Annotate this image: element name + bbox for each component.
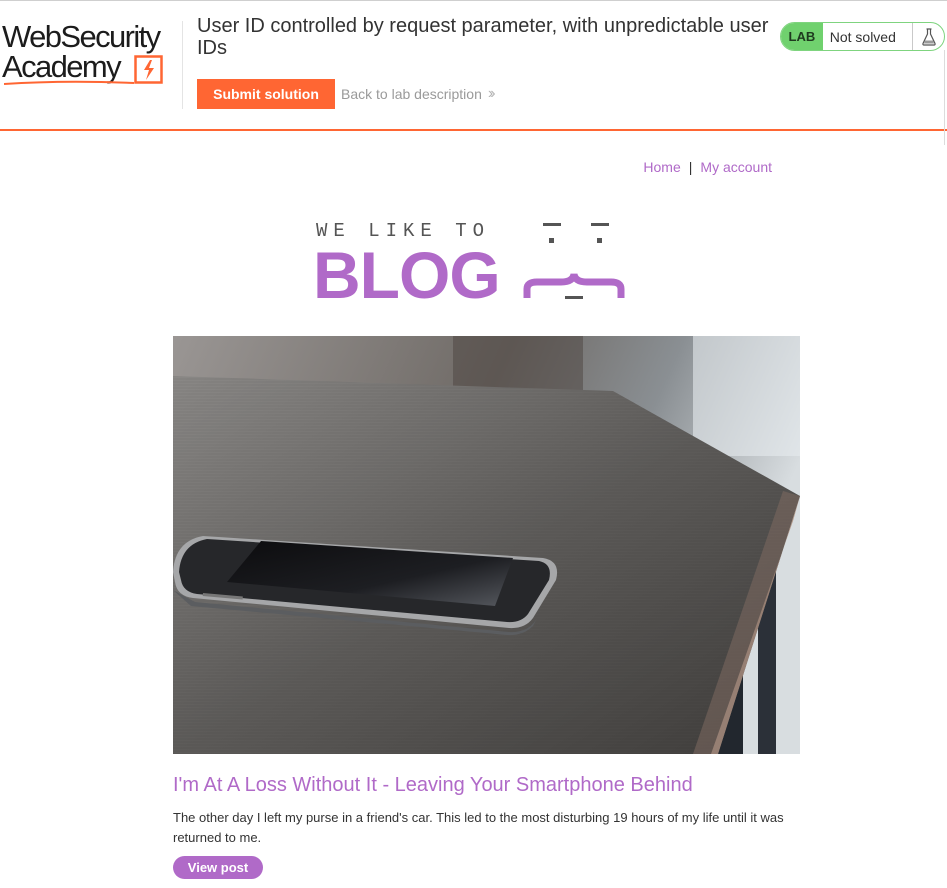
curly-brace-face-icon [523, 223, 625, 299]
view-post-button[interactable]: View post [173, 856, 263, 879]
back-link-label: Back to lab description [341, 86, 482, 102]
page-edge-line [944, 50, 945, 145]
banner-title: BLOG [313, 238, 501, 312]
lab-status-widget: LAB Not solved [780, 22, 945, 51]
double-chevron-right-icon: ›› [487, 85, 495, 102]
blog-banner: WE LIKE TO BLOG [313, 216, 633, 312]
nav-my-account-link[interactable]: My account [700, 159, 772, 175]
submit-solution-button[interactable]: Submit solution [197, 79, 335, 109]
flask-icon [912, 23, 944, 50]
header-divider [182, 21, 183, 109]
post-title[interactable]: I'm At A Loss Without It - Leaving Your … [173, 774, 693, 797]
top-navigation: Home | My account [643, 159, 772, 175]
nav-separator: | [688, 159, 693, 175]
post-summary: The other day I left my purse in a frien… [173, 810, 784, 845]
lab-title: User ID controlled by request parameter,… [197, 15, 769, 59]
nav-home-link[interactable]: Home [643, 159, 680, 175]
post-image[interactable] [173, 336, 800, 754]
academy-header: WebSecurity Academy User ID controlled b… [0, 0, 947, 131]
web-security-academy-logo[interactable]: WebSecurity Academy [2, 21, 182, 87]
lab-tag: LAB [781, 23, 823, 50]
logo-underline-swoosh [4, 80, 135, 85]
back-to-lab-description-link[interactable]: Back to lab description ›› [341, 85, 495, 103]
lab-status-text: Not solved [829, 28, 896, 45]
lightning-bolt-icon [134, 55, 163, 84]
